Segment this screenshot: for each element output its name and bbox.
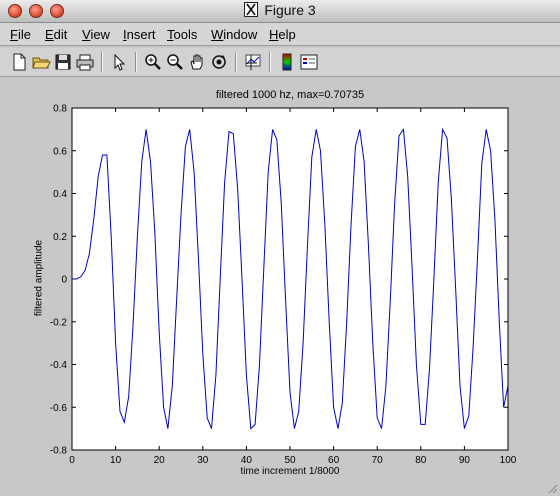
x-tick-label: 100 xyxy=(500,455,517,466)
y-tick-label: -0.2 xyxy=(50,317,68,328)
y-tick-label: -0.4 xyxy=(50,360,68,371)
y-tick-label: -0.6 xyxy=(50,403,68,414)
plot-area xyxy=(71,107,509,451)
y-tick-label: -0.8 xyxy=(50,446,68,457)
y-tick-label: 0.6 xyxy=(53,146,67,157)
x-tick-label: 90 xyxy=(459,455,471,466)
resize-grip-icon[interactable] xyxy=(546,482,558,494)
plot-axes[interactable]: 0 10 20 30 40 50 60 70 80 90 100 0.8 0.6 0.4 0.2 0 -0.2 -… xyxy=(0,0,560,496)
y-tick-label: 0 xyxy=(61,275,67,286)
x-tick-label: 30 xyxy=(197,455,209,466)
y-tick-label: 0.4 xyxy=(53,189,67,200)
x-tick-label: 60 xyxy=(328,455,340,466)
x-tick-label: 20 xyxy=(154,455,166,466)
x-tick-label: 0 xyxy=(69,455,75,466)
x-tick-label: 80 xyxy=(415,455,427,466)
y-tick-label: 0.8 xyxy=(53,104,67,115)
x-tick-label: 70 xyxy=(372,455,384,466)
x-tick-label: 40 xyxy=(241,455,253,466)
x-tick-label: 10 xyxy=(110,455,122,466)
x-tick-label: 50 xyxy=(284,455,296,466)
y-tick-label: 0.2 xyxy=(53,232,67,243)
